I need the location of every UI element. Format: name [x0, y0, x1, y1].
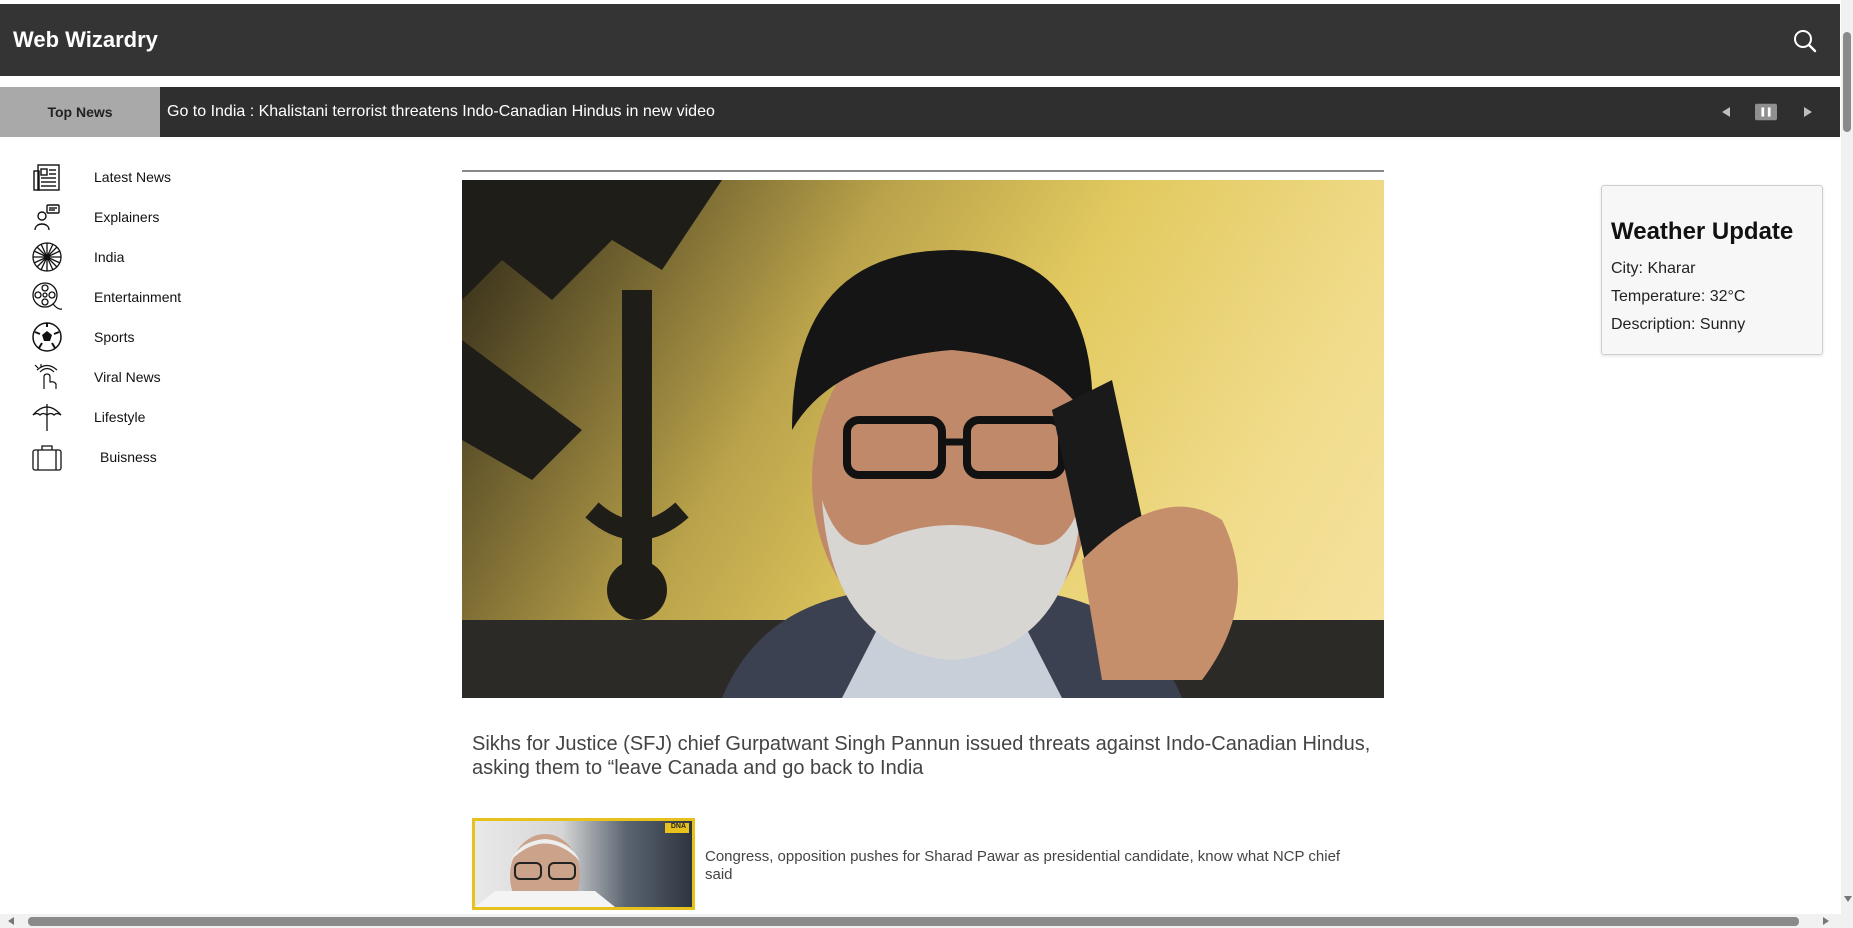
vertical-scroll-thumb[interactable] [1843, 32, 1851, 132]
speaker-icon [30, 200, 64, 234]
sidebar-item-label: Buisness [100, 449, 157, 465]
story-item[interactable]: DNA Congress, opposition pushes for Shar… [472, 818, 1384, 910]
article-headline[interactable]: Sikhs for Justice (SFJ) chief Gurpatwant… [472, 732, 1374, 780]
sidebar-item-india[interactable]: India [30, 237, 290, 277]
sidebar-item-label: Lifestyle [94, 409, 146, 425]
sidebar-item-label: Explainers [94, 209, 160, 225]
sidebar-item-viral-news[interactable]: Viral News [30, 357, 290, 397]
prev-icon[interactable] [1715, 101, 1737, 123]
horizontal-scroll-thumb[interactable] [28, 917, 1799, 926]
umbrella-icon [30, 400, 64, 434]
film-reel-icon [30, 280, 64, 314]
search-icon[interactable] [1792, 28, 1818, 54]
sidebar-nav: Latest News Explainers India Entertainme… [30, 157, 290, 477]
sidebar-item-label: Entertainment [94, 289, 182, 305]
weather-city: City: Kharar [1611, 260, 1696, 277]
sidebar-item-explainers[interactable]: Explainers [30, 197, 290, 237]
story-thumbnail[interactable]: DNA [472, 818, 695, 910]
divider [462, 170, 1384, 172]
scroll-right-arrow-icon[interactable] [1823, 917, 1829, 925]
pause-icon[interactable] [1755, 101, 1777, 123]
hero-image[interactable] [462, 180, 1384, 698]
viral-icon [30, 360, 64, 394]
sidebar-item-lifestyle[interactable]: Lifestyle [30, 397, 290, 437]
newspaper-icon [30, 160, 64, 194]
news-ticker: Top News Go to India : Khalistani terror… [0, 87, 1840, 137]
scroll-down-arrow-icon[interactable] [1844, 896, 1852, 902]
sidebar-item-sports[interactable]: Sports [30, 317, 290, 357]
weather-widget: Weather Update City: Kharar Temperature:… [1601, 185, 1823, 355]
sidebar-item-label: India [94, 249, 125, 265]
ticker-headline[interactable]: Go to India : Khalistani terrorist threa… [167, 87, 715, 137]
ticker-label: Top News [0, 87, 160, 137]
sidebar-item-label: Sports [94, 329, 135, 345]
weather-title: Weather Update [1611, 218, 1794, 245]
scroll-left-arrow-icon[interactable] [8, 917, 14, 925]
weather-description: Description: Sunny [1611, 316, 1746, 333]
sidebar-item-label: Latest News [94, 169, 172, 185]
main-content: Sikhs for Justice (SFJ) chief Gurpatwant… [462, 170, 1384, 910]
football-icon [30, 320, 64, 354]
sidebar-item-label: Viral News [94, 369, 161, 385]
sidebar-item-latest-news[interactable]: Latest News [30, 157, 290, 197]
sidebar-item-entertainment[interactable]: Entertainment [30, 277, 290, 317]
briefcase-icon [30, 440, 64, 474]
next-icon[interactable] [1797, 101, 1819, 123]
horizontal-scrollbar[interactable] [0, 914, 1841, 928]
top-header: Web Wizardry [0, 4, 1840, 76]
story-title[interactable]: Congress, opposition pushes for Sharad P… [705, 848, 1355, 884]
chakra-icon [30, 240, 64, 274]
vertical-scrollbar[interactable] [1841, 0, 1853, 928]
sidebar-item-business[interactable]: Buisness [30, 437, 290, 477]
weather-temperature: Temperature: 32°C [1611, 288, 1746, 305]
story-badge: DNA [670, 823, 686, 830]
site-brand[interactable]: Web Wizardry [13, 27, 158, 53]
